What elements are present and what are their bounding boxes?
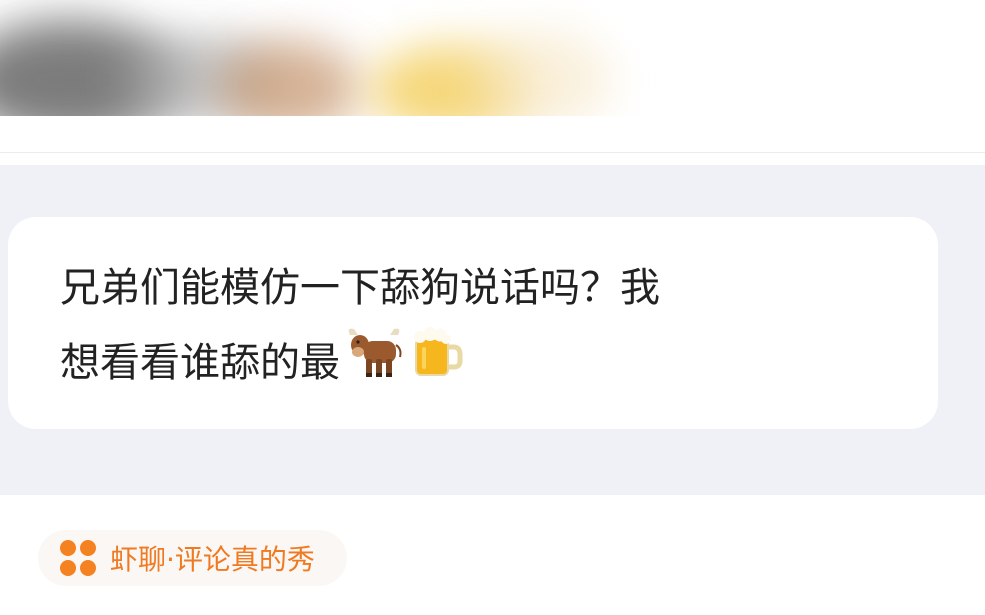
blur-shape [470,30,610,130]
source-topic-label: 虾聊·评论真的秀 [110,543,315,576]
icon-dot [60,560,76,576]
quoted-post-text: 兄弟们能模仿一下舔狗说话吗？我 想看看谁舔的最 [60,251,890,405]
header-bottom-edge [0,116,985,150]
quoted-post-line-1: 兄弟们能模仿一下舔狗说话吗？我 [60,265,660,311]
icon-dot [80,560,96,576]
ox-emoji-icon [344,325,404,405]
icon-dot [60,540,76,556]
source-topic-chip[interactable]: 虾聊·评论真的秀 [38,530,347,586]
quoted-post-section[interactable]: 兄弟们能模仿一下舔狗说话吗？我 想看看谁舔的最 [0,165,985,495]
divider [0,152,985,153]
beer-mug-emoji-icon [408,325,464,405]
quoted-post-line-2-wrapper: 想看看谁舔的最 [60,325,890,405]
icon-dot [80,540,96,556]
quoted-post-line-2: 想看看谁舔的最 [60,340,340,386]
blurred-header-image [0,0,985,150]
quoted-post-card[interactable]: 兄弟们能模仿一下舔狗说话吗？我 想看看谁舔的最 [8,217,938,429]
screen: 兄弟们能模仿一下舔狗说话吗？我 想看看谁舔的最 虾聊·评论真的秀 [0,0,985,615]
four-dots-icon [60,540,96,576]
